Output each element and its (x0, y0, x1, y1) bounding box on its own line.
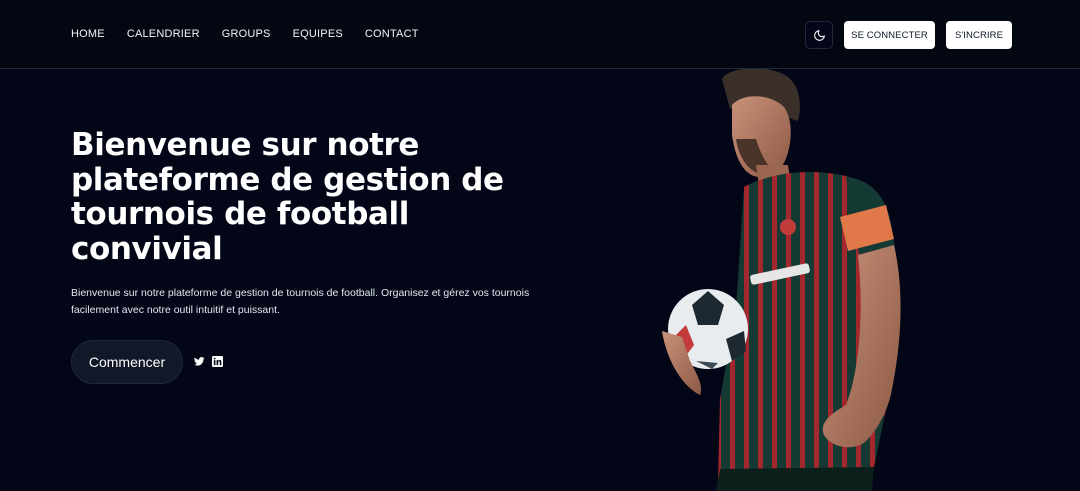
football-player-image (662, 69, 901, 491)
hero-title: Bienvenue sur notre plateforme de gestio… (71, 127, 504, 267)
twitter-icon[interactable] (194, 356, 205, 367)
navbar: HOME CALENDRIER GROUPS EQUIPES CONTACT S… (0, 0, 1080, 69)
linkedin-icon[interactable] (212, 356, 223, 367)
nav-links: HOME CALENDRIER GROUPS EQUIPES CONTACT (71, 28, 441, 40)
nav-link-calendrier[interactable]: CALENDRIER (127, 28, 200, 40)
login-button[interactable]: SE CONNECTER (844, 21, 935, 49)
hero-description: Bienvenue sur notre plateforme de gestio… (71, 287, 530, 316)
nav-link-equipes[interactable]: EQUIPES (293, 28, 343, 40)
start-button[interactable]: Commencer (71, 340, 183, 384)
signup-button[interactable]: S'INCRIRE (946, 21, 1012, 49)
moon-icon (813, 29, 825, 41)
nav-link-home[interactable]: HOME (71, 28, 105, 40)
nav-link-contact[interactable]: CONTACT (365, 28, 419, 40)
nav-link-groups[interactable]: GROUPS (222, 28, 271, 40)
theme-toggle-button[interactable] (805, 21, 833, 49)
